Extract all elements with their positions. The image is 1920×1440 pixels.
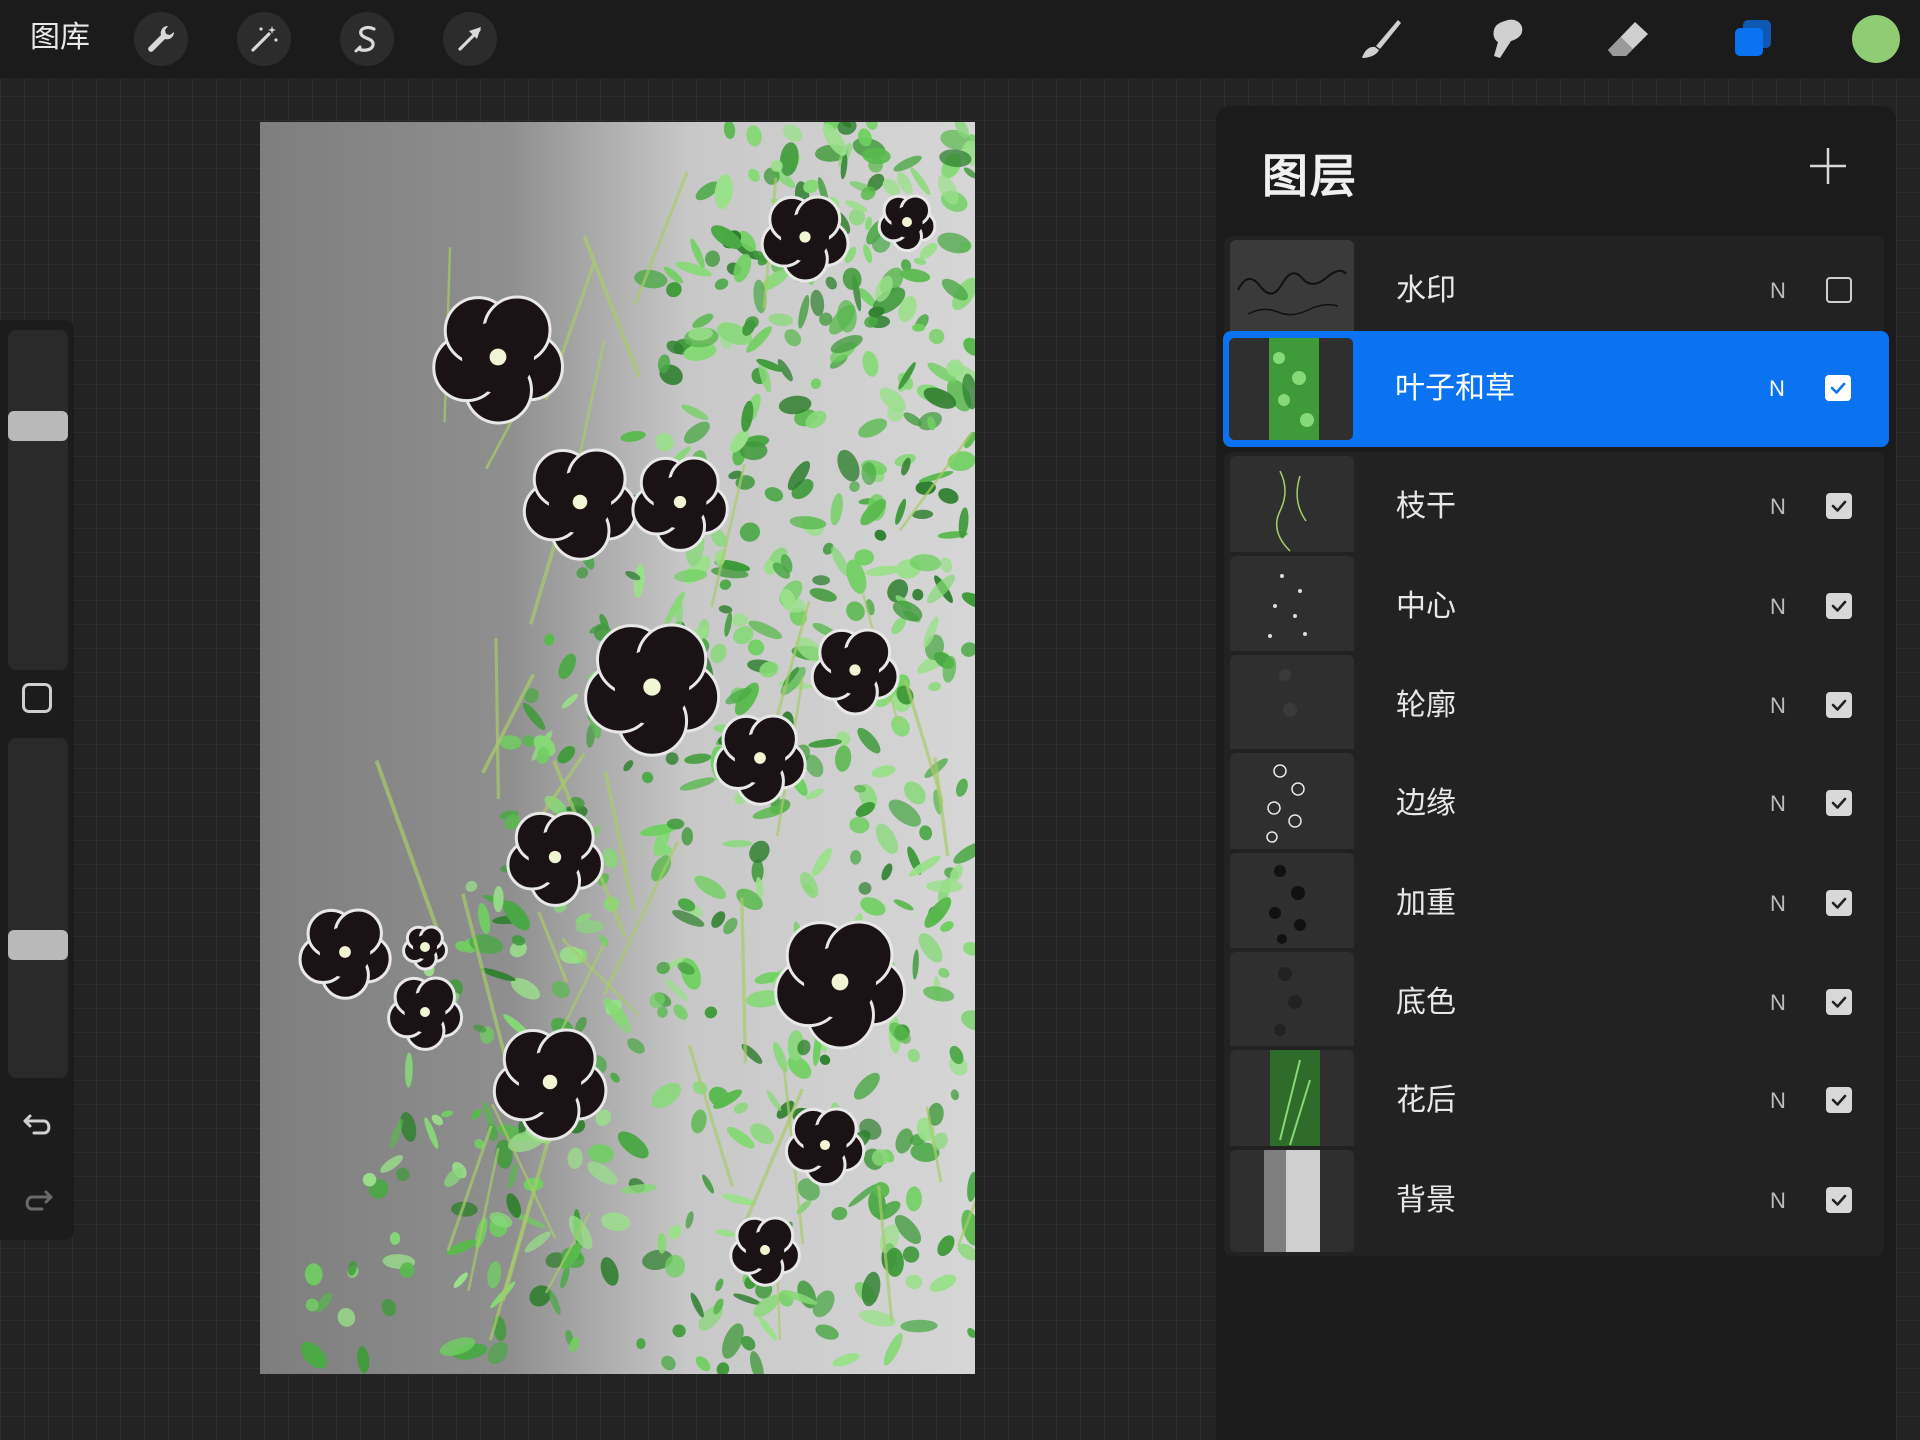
modify-button[interactable] <box>22 683 52 713</box>
layers-tool-button[interactable] <box>1725 12 1781 68</box>
layer-row[interactable]: 中心 N <box>1224 552 1884 662</box>
layer-thumbnail[interactable] <box>1230 853 1354 955</box>
layer-thumbnail[interactable] <box>1230 952 1354 1054</box>
checkmark-icon <box>1831 699 1847 711</box>
checkmark-icon <box>1831 600 1847 612</box>
layer-thumbnail[interactable] <box>1229 338 1353 440</box>
blend-mode-button[interactable]: N <box>1770 749 1786 859</box>
eraser-tool-button[interactable] <box>1600 12 1656 68</box>
blend-mode-button[interactable]: N <box>1770 552 1786 662</box>
checkmark-icon <box>1831 897 1847 909</box>
left-sidebar <box>0 320 74 1240</box>
smudge-icon <box>1493 19 1523 58</box>
layer-name: 水印 <box>1396 273 1456 308</box>
layer-name: 枝干 <box>1396 489 1456 524</box>
layer-row[interactable]: 底色 N <box>1224 948 1884 1058</box>
layer-name: 底色 <box>1396 985 1456 1020</box>
checkmark-icon <box>1831 996 1847 1008</box>
opacity-slider[interactable] <box>8 738 68 1078</box>
color-picker-swatch[interactable] <box>1852 15 1900 63</box>
layer-row[interactable]: 叶子和草 N <box>1223 331 1889 447</box>
adjustments-button[interactable] <box>237 12 291 66</box>
visibility-checkbox[interactable] <box>1826 692 1852 718</box>
flower-painting <box>260 122 975 1374</box>
layer-name: 中心 <box>1396 589 1456 624</box>
layer-row[interactable]: 花后 N <box>1224 1046 1884 1156</box>
smudge-tool-button[interactable] <box>1476 12 1532 68</box>
brush-icon <box>1362 20 1401 58</box>
layer-name: 花后 <box>1396 1083 1456 1118</box>
layer-thumbnail[interactable] <box>1230 753 1354 855</box>
layer-name: 叶子和草 <box>1395 371 1515 406</box>
layer-row[interactable]: 轮廓 N <box>1224 651 1884 761</box>
gallery-button[interactable]: 图库 <box>30 18 90 58</box>
blend-mode-button[interactable]: N <box>1770 849 1786 959</box>
layer-name: 边缘 <box>1396 786 1456 821</box>
layers-panel: 图层 水印 N 叶子和草 N 枝干 N 中心 N 轮廓 N 边缘 N 加重 N 底色 N 花后 N 背景 N <box>1216 106 1896 1440</box>
checkmark-icon <box>1831 1194 1847 1206</box>
checkmark-icon <box>1831 1094 1847 1106</box>
wrench-icon <box>148 25 175 52</box>
selection-s-icon <box>354 26 376 53</box>
visibility-checkbox[interactable] <box>1826 277 1852 303</box>
brush-size-thumb[interactable] <box>8 410 68 441</box>
eraser-icon <box>1608 22 1648 56</box>
opacity-thumb[interactable] <box>8 930 68 961</box>
blend-mode-button[interactable]: N <box>1769 331 1785 447</box>
blend-mode-button[interactable]: N <box>1770 1046 1786 1156</box>
blend-mode-button[interactable]: N <box>1770 236 1786 346</box>
layer-row[interactable]: 边缘 N <box>1224 749 1884 859</box>
layer-row[interactable]: 枝干 N <box>1224 452 1884 562</box>
visibility-checkbox[interactable] <box>1825 375 1851 401</box>
blend-mode-button[interactable]: N <box>1770 1146 1786 1256</box>
visibility-checkbox[interactable] <box>1826 593 1852 619</box>
redo-button[interactable] <box>20 1182 56 1218</box>
plus-icon[interactable] <box>1806 144 1850 188</box>
layer-thumbnail[interactable] <box>1230 1050 1354 1152</box>
transform-arrow-icon <box>458 27 481 51</box>
layer-thumbnail[interactable] <box>1230 240 1354 342</box>
layer-name: 轮廓 <box>1396 688 1456 723</box>
undo-arrow-icon <box>23 1114 51 1135</box>
brush-tool-button[interactable] <box>1352 12 1408 68</box>
layer-name: 加重 <box>1396 886 1456 921</box>
visibility-checkbox[interactable] <box>1826 989 1852 1015</box>
layers-icon <box>1735 20 1771 56</box>
canvas-artwork[interactable] <box>260 122 975 1374</box>
layer-thumbnail[interactable] <box>1230 456 1354 558</box>
checkmark-icon <box>1830 382 1846 394</box>
layer-name: 背景 <box>1396 1183 1456 1218</box>
selection-button[interactable] <box>340 12 394 66</box>
layer-row[interactable]: 水印 N <box>1224 236 1884 346</box>
layer-thumbnail[interactable] <box>1230 655 1354 757</box>
layer-thumbnail[interactable] <box>1230 1150 1354 1252</box>
redo-arrow-icon <box>25 1190 53 1211</box>
visibility-checkbox[interactable] <box>1826 890 1852 916</box>
layer-row[interactable]: 背景 N <box>1224 1146 1884 1256</box>
brush-size-slider[interactable] <box>8 330 68 670</box>
panel-title: 图层 <box>1262 149 1358 203</box>
actions-button[interactable] <box>134 12 188 66</box>
visibility-checkbox[interactable] <box>1826 790 1852 816</box>
visibility-checkbox[interactable] <box>1826 1087 1852 1113</box>
blend-mode-button[interactable]: N <box>1770 651 1786 761</box>
magic-wand-icon <box>251 26 278 52</box>
checkmark-icon <box>1831 797 1847 809</box>
checkmark-icon <box>1831 500 1847 512</box>
visibility-checkbox[interactable] <box>1826 1187 1852 1213</box>
blend-mode-button[interactable]: N <box>1770 452 1786 562</box>
blend-mode-button[interactable]: N <box>1770 948 1786 1058</box>
top-toolbar: 图库 <box>0 0 1920 78</box>
undo-button[interactable] <box>20 1106 56 1142</box>
layer-thumbnail[interactable] <box>1230 556 1354 658</box>
visibility-checkbox[interactable] <box>1826 493 1852 519</box>
transform-button[interactable] <box>443 12 497 66</box>
layer-row[interactable]: 加重 N <box>1224 849 1884 959</box>
